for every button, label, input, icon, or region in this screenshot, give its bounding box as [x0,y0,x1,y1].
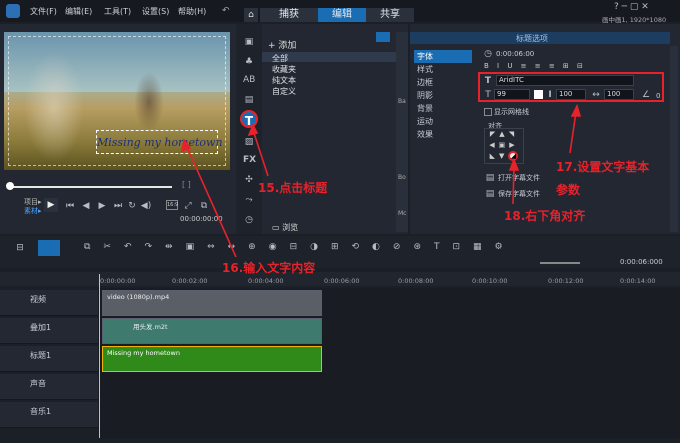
annotation-step17: 17.设置文字基本 [556,160,650,174]
annotation-step18: 18.右下角对齐 [504,209,586,223]
annotation-step16: 16.输入文字内容 [222,261,316,275]
annotation-step17-b: 参数 [556,183,581,197]
annotation-step15: 15.点击标题 [258,181,328,195]
